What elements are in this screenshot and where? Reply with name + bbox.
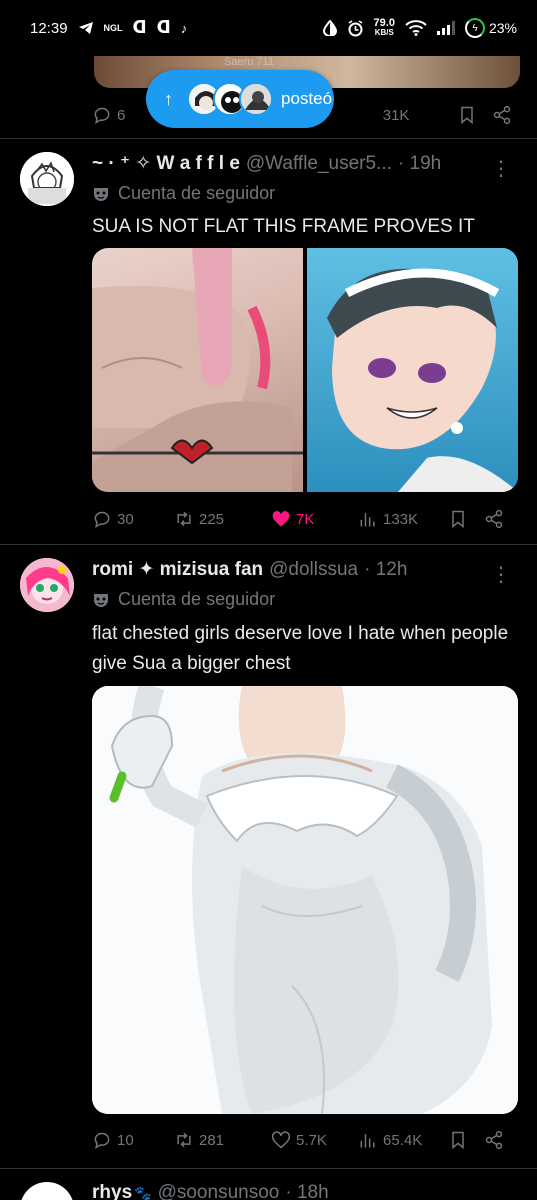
tiktok-icon: ♪ (180, 20, 188, 36)
media-image-right[interactable] (307, 248, 518, 492)
status-bar: 12:39 NGL ᗡ ᗡ ♪ 79.0 KB/S ϟ 23% (0, 0, 537, 56)
social-context: Cuenta de seguidor (92, 589, 275, 610)
views-icon (360, 513, 375, 527)
user-handle[interactable]: @soonsunsoo (158, 1182, 280, 1200)
wifi-icon (405, 20, 427, 36)
display-name[interactable]: rhys (92, 1182, 132, 1200)
bookmark-icon (452, 510, 464, 529)
reply-icon (94, 511, 110, 529)
pill-avatars (187, 82, 273, 116)
tweet[interactable]: ~ · ⁺ ✧ W a f f l e @Waffle_user5... · 1… (0, 138, 537, 544)
avatar (239, 82, 273, 116)
share-icon (493, 105, 511, 125)
user-handle[interactable]: @Waffle_user5... (246, 153, 392, 175)
share-button[interactable] (484, 1130, 504, 1150)
battery-icon: ϟ (464, 18, 485, 38)
tweet-actions: 10 281 5.7K 65.4K (92, 1125, 512, 1155)
ngl-icon: NGL (103, 23, 123, 33)
bookmark-button[interactable] (457, 105, 492, 125)
alarm-icon (348, 19, 363, 36)
display-name[interactable]: ~ · ⁺ ✧ W a f f l e (92, 152, 240, 175)
mask-icon (94, 593, 108, 607)
timestamp[interactable]: · 12h (364, 559, 407, 581)
paw-icon: 🐾 (134, 1184, 152, 1200)
repost-icon (177, 511, 191, 527)
share-button[interactable] (492, 105, 512, 125)
social-context: Cuenta de seguidor (92, 183, 275, 204)
bookmark-icon (461, 106, 473, 125)
tweet-header: romi ✦ mizisua fan @dollssua · 12h (92, 558, 507, 581)
like-button[interactable]: 5.7K (271, 1130, 358, 1150)
reply-icon (94, 1132, 110, 1150)
data-saver-icon (322, 20, 337, 36)
like-button[interactable]: 7K (271, 509, 358, 529)
network-speed: 79.0 KB/S (373, 17, 395, 38)
share-button[interactable] (484, 509, 504, 529)
tweet-header: rhys 🐾 @soonsunsoo · 18h (92, 1182, 507, 1200)
bookmark-icon (452, 1131, 464, 1150)
clock: 12:39 (30, 19, 68, 37)
share-icon (485, 509, 503, 529)
views-icon (360, 1134, 375, 1148)
new-posts-pill[interactable]: ↑ posteó (146, 70, 334, 128)
bookmark-button[interactable] (448, 509, 484, 529)
timestamp[interactable]: · 18h (285, 1182, 328, 1200)
views-button[interactable]: 133K (358, 509, 448, 529)
heart-icon (271, 1131, 291, 1149)
pill-label: posteó (281, 89, 333, 108)
display-name[interactable]: romi ✦ mizisua fan (92, 558, 263, 581)
reply-button[interactable]: 10 (92, 1130, 174, 1150)
battery-indicator: ϟ 23% (464, 18, 517, 38)
tweet-media[interactable] (92, 248, 518, 492)
media-image (92, 686, 518, 1114)
tweet[interactable]: rhys 🐾 @soonsunsoo · 18h (0, 1168, 537, 1200)
share-icon (485, 1130, 503, 1150)
mask-icon (94, 187, 108, 201)
more-options-icon[interactable]: ⋮ (491, 565, 511, 585)
media-image-left[interactable] (92, 248, 303, 492)
heart-icon (272, 511, 290, 527)
reply-icon (94, 107, 110, 125)
tweet-media[interactable] (92, 686, 518, 1114)
views-button[interactable]: 31K (383, 107, 457, 124)
tweet-header: ~ · ⁺ ✧ W a f f l e @Waffle_user5... · 1… (92, 152, 507, 175)
tweet-text: flat chested girls deserve love I hate w… (92, 623, 509, 674)
avatar[interactable] (20, 558, 74, 612)
views-button[interactable]: 65.4K (358, 1130, 448, 1150)
more-options-icon[interactable]: ⋮ (491, 159, 511, 179)
timestamp[interactable]: · 19h (398, 153, 441, 175)
tweet-text: SUA IS NOT FLAT THIS FRAME PROVES IT (92, 216, 475, 237)
tweet-actions: 30 225 7K 133K (92, 504, 512, 534)
d-icon: ᗡ (132, 18, 147, 37)
repost-icon (177, 1132, 191, 1148)
repost-button[interactable]: 225 (174, 509, 271, 529)
telegram-icon (78, 22, 93, 34)
reply-button[interactable]: 30 (92, 509, 174, 529)
bookmark-button[interactable] (448, 1130, 484, 1150)
tweet[interactable]: romi ✦ mizisua fan @dollssua · 12h ⋮ Cue… (0, 544, 537, 1178)
user-handle[interactable]: @dollssua (269, 559, 358, 581)
signal-icon (436, 21, 455, 35)
avatar[interactable] (20, 152, 74, 206)
repost-button[interactable]: 281 (174, 1130, 271, 1150)
avatar[interactable] (20, 1182, 74, 1200)
arrow-up-icon: ↑ (164, 88, 173, 109)
d-icon-2: ᗡ (156, 18, 171, 37)
